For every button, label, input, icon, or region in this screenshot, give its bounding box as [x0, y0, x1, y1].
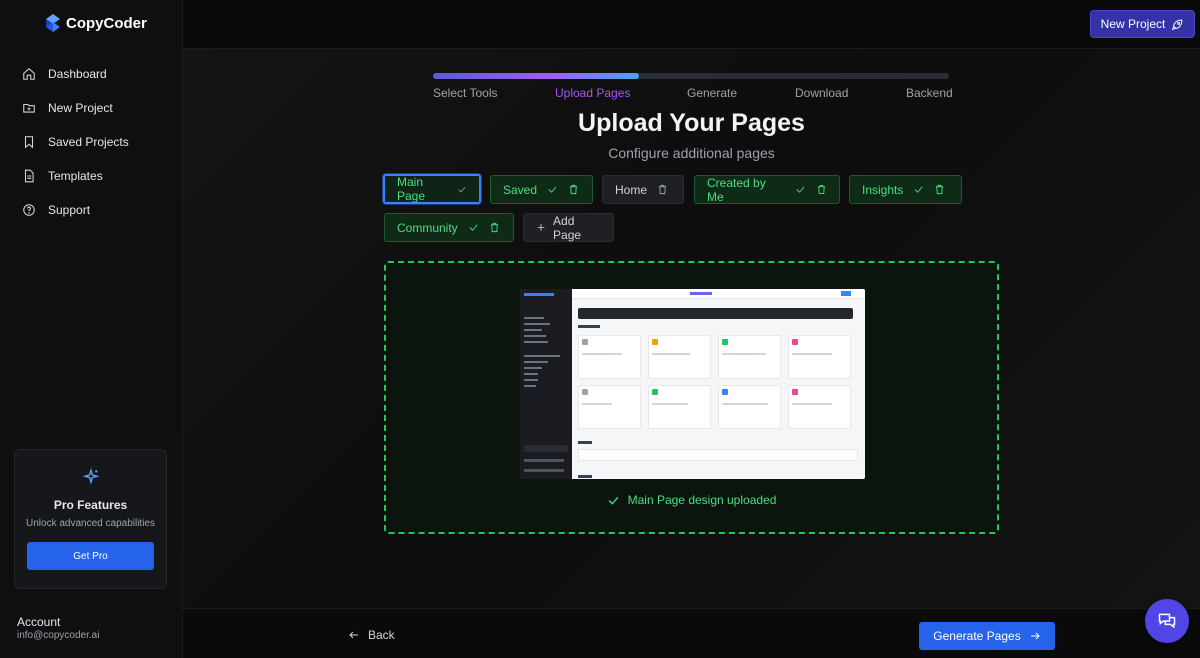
sidebar-item-dashboard[interactable]: Dashboard	[0, 57, 183, 91]
trash-icon[interactable]	[568, 184, 579, 195]
back-label: Back	[368, 628, 395, 642]
sidebar-item-support[interactable]: Support	[0, 193, 183, 227]
preview-sidebar	[520, 289, 572, 479]
help-circle-icon	[23, 204, 35, 216]
page-chip-saved[interactable]: Saved	[490, 175, 593, 204]
bookmark-icon	[24, 136, 34, 149]
preview-topbar	[572, 289, 865, 299]
page-chip-label: Main Page	[397, 175, 426, 203]
add-page-button[interactable]: Add Page	[523, 213, 614, 242]
sidebar-item-label: Dashboard	[48, 67, 107, 81]
wizard-progress-bar	[433, 73, 949, 79]
sidebar-item-templates[interactable]: Templates	[0, 159, 183, 193]
check-icon	[914, 186, 923, 193]
new-project-button[interactable]: New Project	[1090, 10, 1195, 38]
rocket-icon	[1172, 19, 1183, 30]
page-chip-label: Community	[397, 220, 458, 235]
sidebar-item-label: Saved Projects	[48, 135, 129, 149]
page-chip-label: Home	[615, 182, 648, 197]
trash-icon[interactable]	[489, 222, 500, 233]
step-generate[interactable]: Generate	[687, 86, 737, 100]
page-chip-insights[interactable]: Insights	[849, 175, 962, 204]
pro-features-card: Pro Features Unlock advanced capabilitie…	[14, 449, 167, 589]
plus-icon	[537, 224, 545, 231]
new-project-label: New Project	[1100, 17, 1166, 31]
top-bar: New Project	[183, 0, 1200, 49]
step-upload-pages[interactable]: Upload Pages	[555, 86, 630, 100]
page-title: Upload Your Pages	[578, 109, 805, 137]
page-chip-home[interactable]: Home	[602, 175, 684, 204]
sparkles-icon	[82, 468, 100, 485]
file-icon	[24, 169, 34, 183]
main-content: Select Tools Upload Pages Generate Downl…	[183, 49, 1200, 608]
sidebar-item-label: New Project	[48, 101, 113, 115]
check-icon	[548, 186, 557, 193]
check-icon	[469, 224, 478, 231]
trash-icon[interactable]	[816, 184, 827, 195]
app-name: CopyCoder	[66, 14, 147, 32]
page-chip-label: Created by Me	[707, 175, 766, 204]
account-email: info@copycoder.ai	[17, 630, 100, 641]
get-pro-button[interactable]: Get Pro	[27, 542, 154, 570]
copycoder-logo-icon	[46, 14, 60, 32]
check-icon	[796, 186, 805, 193]
arrow-left-icon	[349, 631, 358, 639]
folder-plus-icon	[23, 103, 35, 113]
sidebar-item-label: Templates	[48, 169, 103, 183]
preview-banner	[578, 308, 853, 319]
pro-title: Pro Features	[53, 498, 128, 512]
page-chip-label: Saved	[503, 182, 538, 197]
chat-support-button[interactable]	[1145, 599, 1189, 643]
page-chip-community[interactable]: Community	[384, 213, 514, 242]
check-icon	[458, 186, 466, 193]
page-chip-created-by-me[interactable]: Created by Me	[694, 175, 840, 204]
sidebar: CopyCoder Dashboard New Project Saved Pr…	[0, 0, 183, 658]
pro-subtitle: Unlock advanced capabilities	[26, 518, 155, 529]
generate-pages-button[interactable]: Generate Pages	[919, 622, 1055, 650]
sidebar-item-saved-projects[interactable]: Saved Projects	[0, 125, 183, 159]
uploaded-design-preview	[520, 289, 865, 479]
upload-status-text: Main Page design uploaded	[627, 493, 777, 507]
chat-icon	[1158, 613, 1176, 629]
back-button[interactable]: Back	[348, 628, 395, 642]
sidebar-item-label: Support	[48, 203, 91, 217]
page-chip-label: Insights	[862, 182, 904, 197]
step-select-tools[interactable]: Select Tools	[433, 86, 497, 100]
check-icon	[608, 496, 618, 505]
home-icon	[23, 68, 35, 80]
sidebar-item-new-project[interactable]: New Project	[0, 91, 183, 125]
wizard-footer: Back Generate Pages	[183, 608, 1200, 658]
account-label[interactable]: Account	[17, 615, 60, 629]
upload-status: Main Page design uploaded	[386, 493, 997, 507]
logo[interactable]: CopyCoder	[44, 13, 147, 33]
page-subtitle: Configure additional pages	[608, 145, 775, 161]
sidebar-nav: Dashboard New Project Saved Projects Tem…	[0, 57, 183, 227]
arrow-right-icon	[1030, 632, 1040, 640]
page-chip-main-page[interactable]: Main Page	[383, 174, 481, 204]
wizard-progress-fill	[433, 73, 640, 79]
preview-stats	[578, 449, 858, 461]
step-backend[interactable]: Backend	[906, 86, 953, 100]
upload-dropzone[interactable]: Main Page design uploaded	[384, 261, 999, 534]
add-page-label: Add Page	[553, 213, 582, 242]
step-download[interactable]: Download	[795, 86, 848, 100]
trash-icon[interactable]	[657, 184, 668, 195]
trash-icon[interactable]	[934, 184, 945, 195]
generate-pages-label: Generate Pages	[933, 629, 1021, 643]
